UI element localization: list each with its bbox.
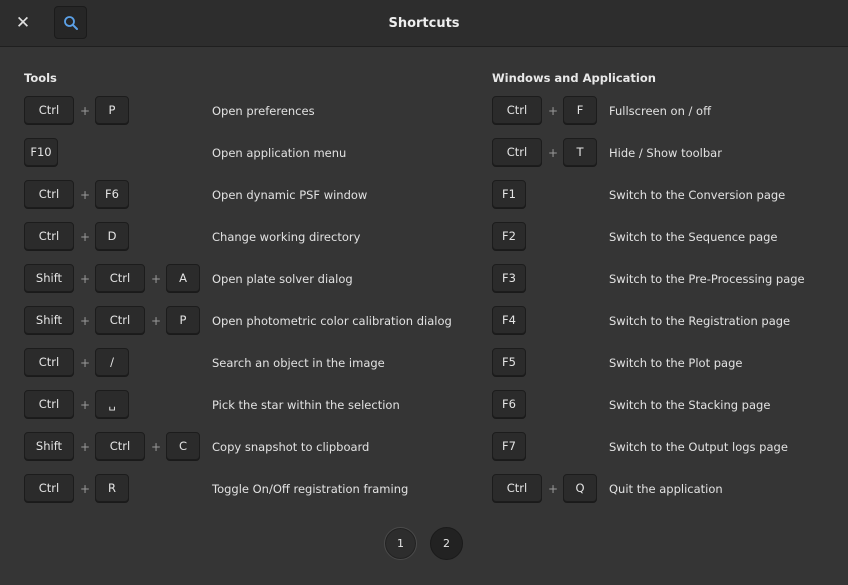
keycap: Shift <box>24 432 74 460</box>
shortcut-description: Switch to the Sequence page <box>609 230 778 244</box>
shortcut-row: F6 Switch to the Stacking page <box>492 390 832 420</box>
plus-sign: + <box>79 314 91 328</box>
keycap: C <box>166 432 200 460</box>
page-2-button[interactable]: 2 <box>430 527 463 560</box>
shortcut-row: Ctrl + D Change working directory <box>24 222 364 252</box>
keycap: F4 <box>492 306 526 334</box>
plus-sign: + <box>79 482 91 496</box>
keycap: T <box>563 138 597 166</box>
shortcut-row: Shift + Ctrl + A Open plate solver dialog <box>24 264 364 294</box>
keycap: Ctrl <box>24 180 74 208</box>
shortcut-description: Switch to the Output logs page <box>609 440 788 454</box>
shortcut-description: Copy snapshot to clipboard <box>212 440 370 454</box>
shortcut-row: F5 Switch to the Plot page <box>492 348 832 378</box>
keycap: P <box>166 306 200 334</box>
shortcut-description: Open preferences <box>212 104 315 118</box>
keycap: Ctrl <box>95 306 145 334</box>
keycap: ␣ <box>95 390 129 418</box>
shortcut-description: Open plate solver dialog <box>212 272 353 286</box>
header-bar: ✕ Shortcuts <box>0 0 848 47</box>
plus-sign: + <box>79 230 91 244</box>
keycap: F2 <box>492 222 526 250</box>
plus-sign: + <box>79 440 91 454</box>
page-1-button[interactable]: 1 <box>384 527 417 560</box>
plus-sign: + <box>547 104 559 118</box>
shortcut-row: Ctrl + P Open preferences <box>24 96 364 126</box>
keycap: F6 <box>95 180 129 208</box>
keycap: R <box>95 474 129 502</box>
keycap: Ctrl <box>492 138 542 166</box>
keycap: F5 <box>492 348 526 376</box>
keycap: F10 <box>24 138 58 166</box>
shortcut-description: Open photometric color calibration dialo… <box>212 314 452 328</box>
keycap: F6 <box>492 390 526 418</box>
plus-sign: + <box>150 440 162 454</box>
plus-sign: + <box>79 104 91 118</box>
plus-sign: + <box>150 272 162 286</box>
shortcut-description: Switch to the Registration page <box>609 314 791 328</box>
keycap: Ctrl <box>24 390 74 418</box>
shortcut-row: F2 Switch to the Sequence page <box>492 222 832 252</box>
window-title: Shortcuts <box>388 15 460 31</box>
plus-sign: + <box>79 398 91 412</box>
keycap: F1 <box>492 180 526 208</box>
shortcut-description: Hide / Show toolbar <box>609 146 722 160</box>
shortcut-description: Search an object in the image <box>212 356 385 370</box>
shortcut-description: Change working directory <box>212 230 361 244</box>
keycap: F3 <box>492 264 526 292</box>
plus-sign: + <box>547 146 559 160</box>
shortcut-row: Shift + Ctrl + P Open photometric color calib… <box>24 306 452 336</box>
shortcut-row: Ctrl + R Toggle On/Off registration framing <box>24 474 408 504</box>
shortcut-description: Switch to the Plot page <box>609 356 743 370</box>
shortcut-row: Ctrl + Q Quit the application <box>492 474 832 504</box>
plus-sign: + <box>79 188 91 202</box>
keycap: F <box>563 96 597 124</box>
keycap: Ctrl <box>492 474 542 502</box>
keycap: Ctrl <box>24 474 74 502</box>
keycap: P <box>95 96 129 124</box>
keycap: A <box>166 264 200 292</box>
keycap: D <box>95 222 129 250</box>
keycap: Ctrl <box>24 222 74 250</box>
shortcut-description: Switch to the Conversion page <box>609 188 786 202</box>
keycap: Shift <box>24 264 74 292</box>
section-title: Tools <box>24 71 57 85</box>
keycap: Ctrl <box>95 264 145 292</box>
shortcut-row: F4 Switch to the Registration page <box>492 306 832 336</box>
shortcut-description: Switch to the Stacking page <box>609 398 771 412</box>
keycap: Ctrl <box>24 348 74 376</box>
shortcut-row: Ctrl + T Hide / Show toolbar <box>492 138 832 168</box>
plus-sign: + <box>150 314 162 328</box>
shortcut-description: Open application menu <box>212 146 347 160</box>
shortcut-row: Shift + Ctrl + C Copy snapshot to clipboard <box>24 432 369 462</box>
keycap: Shift <box>24 306 74 334</box>
shortcut-description: Quit the application <box>609 482 723 496</box>
shortcut-description: Fullscreen on / off <box>609 104 712 118</box>
shortcut-row: Ctrl + F Fullscreen on / off <box>492 96 832 126</box>
shortcut-description: Toggle On/Off registration framing <box>212 482 409 496</box>
keycap: Ctrl <box>492 96 542 124</box>
shortcut-row: F1 Switch to the Conversion page <box>492 180 832 210</box>
shortcut-row: F10 Open application menu <box>24 138 364 168</box>
shortcut-row: Ctrl + / Search an object in the image <box>24 348 385 378</box>
plus-sign: + <box>79 356 91 370</box>
shortcut-row: F3 Switch to the Pre-Processing page <box>492 264 832 294</box>
shortcut-row: Ctrl + F6 Open dynamic PSF window <box>24 180 368 210</box>
plus-sign: + <box>547 482 559 496</box>
keycap: / <box>95 348 129 376</box>
keycap: F7 <box>492 432 526 460</box>
shortcut-row: F7 Switch to the Output logs page <box>492 432 832 462</box>
shortcut-description: Pick the star within the selection <box>212 398 400 412</box>
section-title: Windows and Application <box>492 71 656 85</box>
shortcut-description: Open dynamic PSF window <box>212 188 368 202</box>
keycap: Ctrl <box>95 432 145 460</box>
plus-sign: + <box>79 272 91 286</box>
keycap: Q <box>563 474 597 502</box>
shortcut-row: Ctrl + ␣ Pick the star within the selection <box>24 390 400 420</box>
keycap: Ctrl <box>24 96 74 124</box>
shortcut-description: Switch to the Pre-Processing page <box>609 272 805 286</box>
